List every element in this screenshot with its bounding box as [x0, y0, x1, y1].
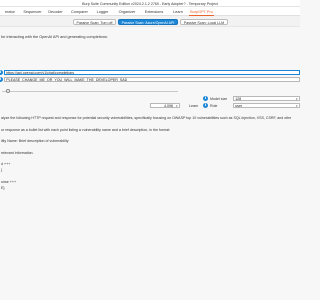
tab-logger[interactable]: Logger	[94, 8, 111, 16]
max-tokens-input[interactable]: 4,096 ▾	[150, 103, 180, 108]
api-endpoint-input[interactable]: https://api.openai.com/v1/chat/completio…	[4, 70, 300, 75]
info-icon: i	[203, 96, 208, 101]
tab-sequencer[interactable]: Sequencer	[22, 8, 43, 16]
info-icon: i	[203, 103, 208, 108]
tab-burpgpt-pro[interactable]: BurpGPT Pro	[189, 8, 214, 16]
tab-comparer[interactable]: Comparer	[69, 8, 90, 16]
api-endpoint-value: https://api.openai.com/v1/chat/completio…	[6, 71, 75, 75]
chevron-down-icon[interactable]: ▾	[295, 104, 299, 107]
api-key-input[interactable]: PLEASE_CHANGE_ME_OR_YOU_WILL_MAKE_THE_DE…	[4, 77, 300, 82]
model-size-label: Model size	[210, 96, 228, 101]
role-value: user	[235, 104, 243, 108]
model-size-input[interactable]: 128 ▾	[233, 96, 300, 101]
tab-extensions[interactable]: Extensions	[142, 8, 166, 16]
api-key-value: PLEASE_CHANGE_ME_OR_YOU_WILL_MAKE_THE_DE…	[6, 78, 128, 82]
tab-learn[interactable]: Learn	[170, 8, 186, 16]
tab-decoder[interactable]: Decoder	[46, 8, 65, 16]
prompt-line: }	[1, 168, 3, 173]
scan-mode-off-button[interactable]: Passive Scan: Turn off	[73, 19, 116, 25]
prompt-line: alyze the following HTTP request and res…	[1, 116, 292, 120]
window-titlebar: Burp Suite Community Edition v2024.2.1.2…	[0, 0, 300, 7]
prompt-line: E}	[1, 185, 5, 190]
info-icon: i	[0, 77, 3, 82]
max-tokens-slider-thumb[interactable]	[5, 89, 10, 93]
prompt-line: relevant information.	[1, 150, 34, 155]
scan-mode-bar: Passive Scan: Turn off Passive Scan: Azu…	[0, 16, 300, 27]
tab-organizer[interactable]: Organizer	[116, 8, 138, 16]
tab-intruder[interactable]: erator	[0, 8, 20, 16]
chevron-down-icon[interactable]: ▾	[295, 97, 299, 100]
role-select[interactable]: user ▾	[233, 103, 300, 108]
chevron-down-icon[interactable]: ▾	[175, 104, 179, 107]
info-icon: i	[0, 70, 3, 75]
role-label: Role	[210, 103, 218, 108]
prompt-line: onse +++	[1, 179, 17, 184]
model-size-value: 128	[235, 97, 242, 101]
prompt-line: ur response as a bullet list with each p…	[1, 127, 171, 132]
window-title: Burp Suite Community Edition v2024.2.1.2…	[82, 1, 218, 6]
tool-tab-bar: erator Sequencer Decoder Comparer Logger…	[0, 7, 300, 16]
prompt-line: d +++	[1, 162, 11, 167]
scan-mode-local-llm-button[interactable]: Passive Scan: Local LLM	[180, 19, 228, 25]
max-tokens-slider-track[interactable]	[2, 90, 178, 92]
scan-mode-openai-button[interactable]: Passive Scan: Azure/OpenAI API	[118, 19, 178, 25]
max-tokens-value: 4,096	[164, 104, 173, 108]
learn-label: Learn	[189, 103, 199, 108]
prompt-line: ility Name: Brief description of vulnera…	[1, 139, 69, 144]
section-description: for interacting with the OpenAI API and …	[1, 35, 108, 39]
